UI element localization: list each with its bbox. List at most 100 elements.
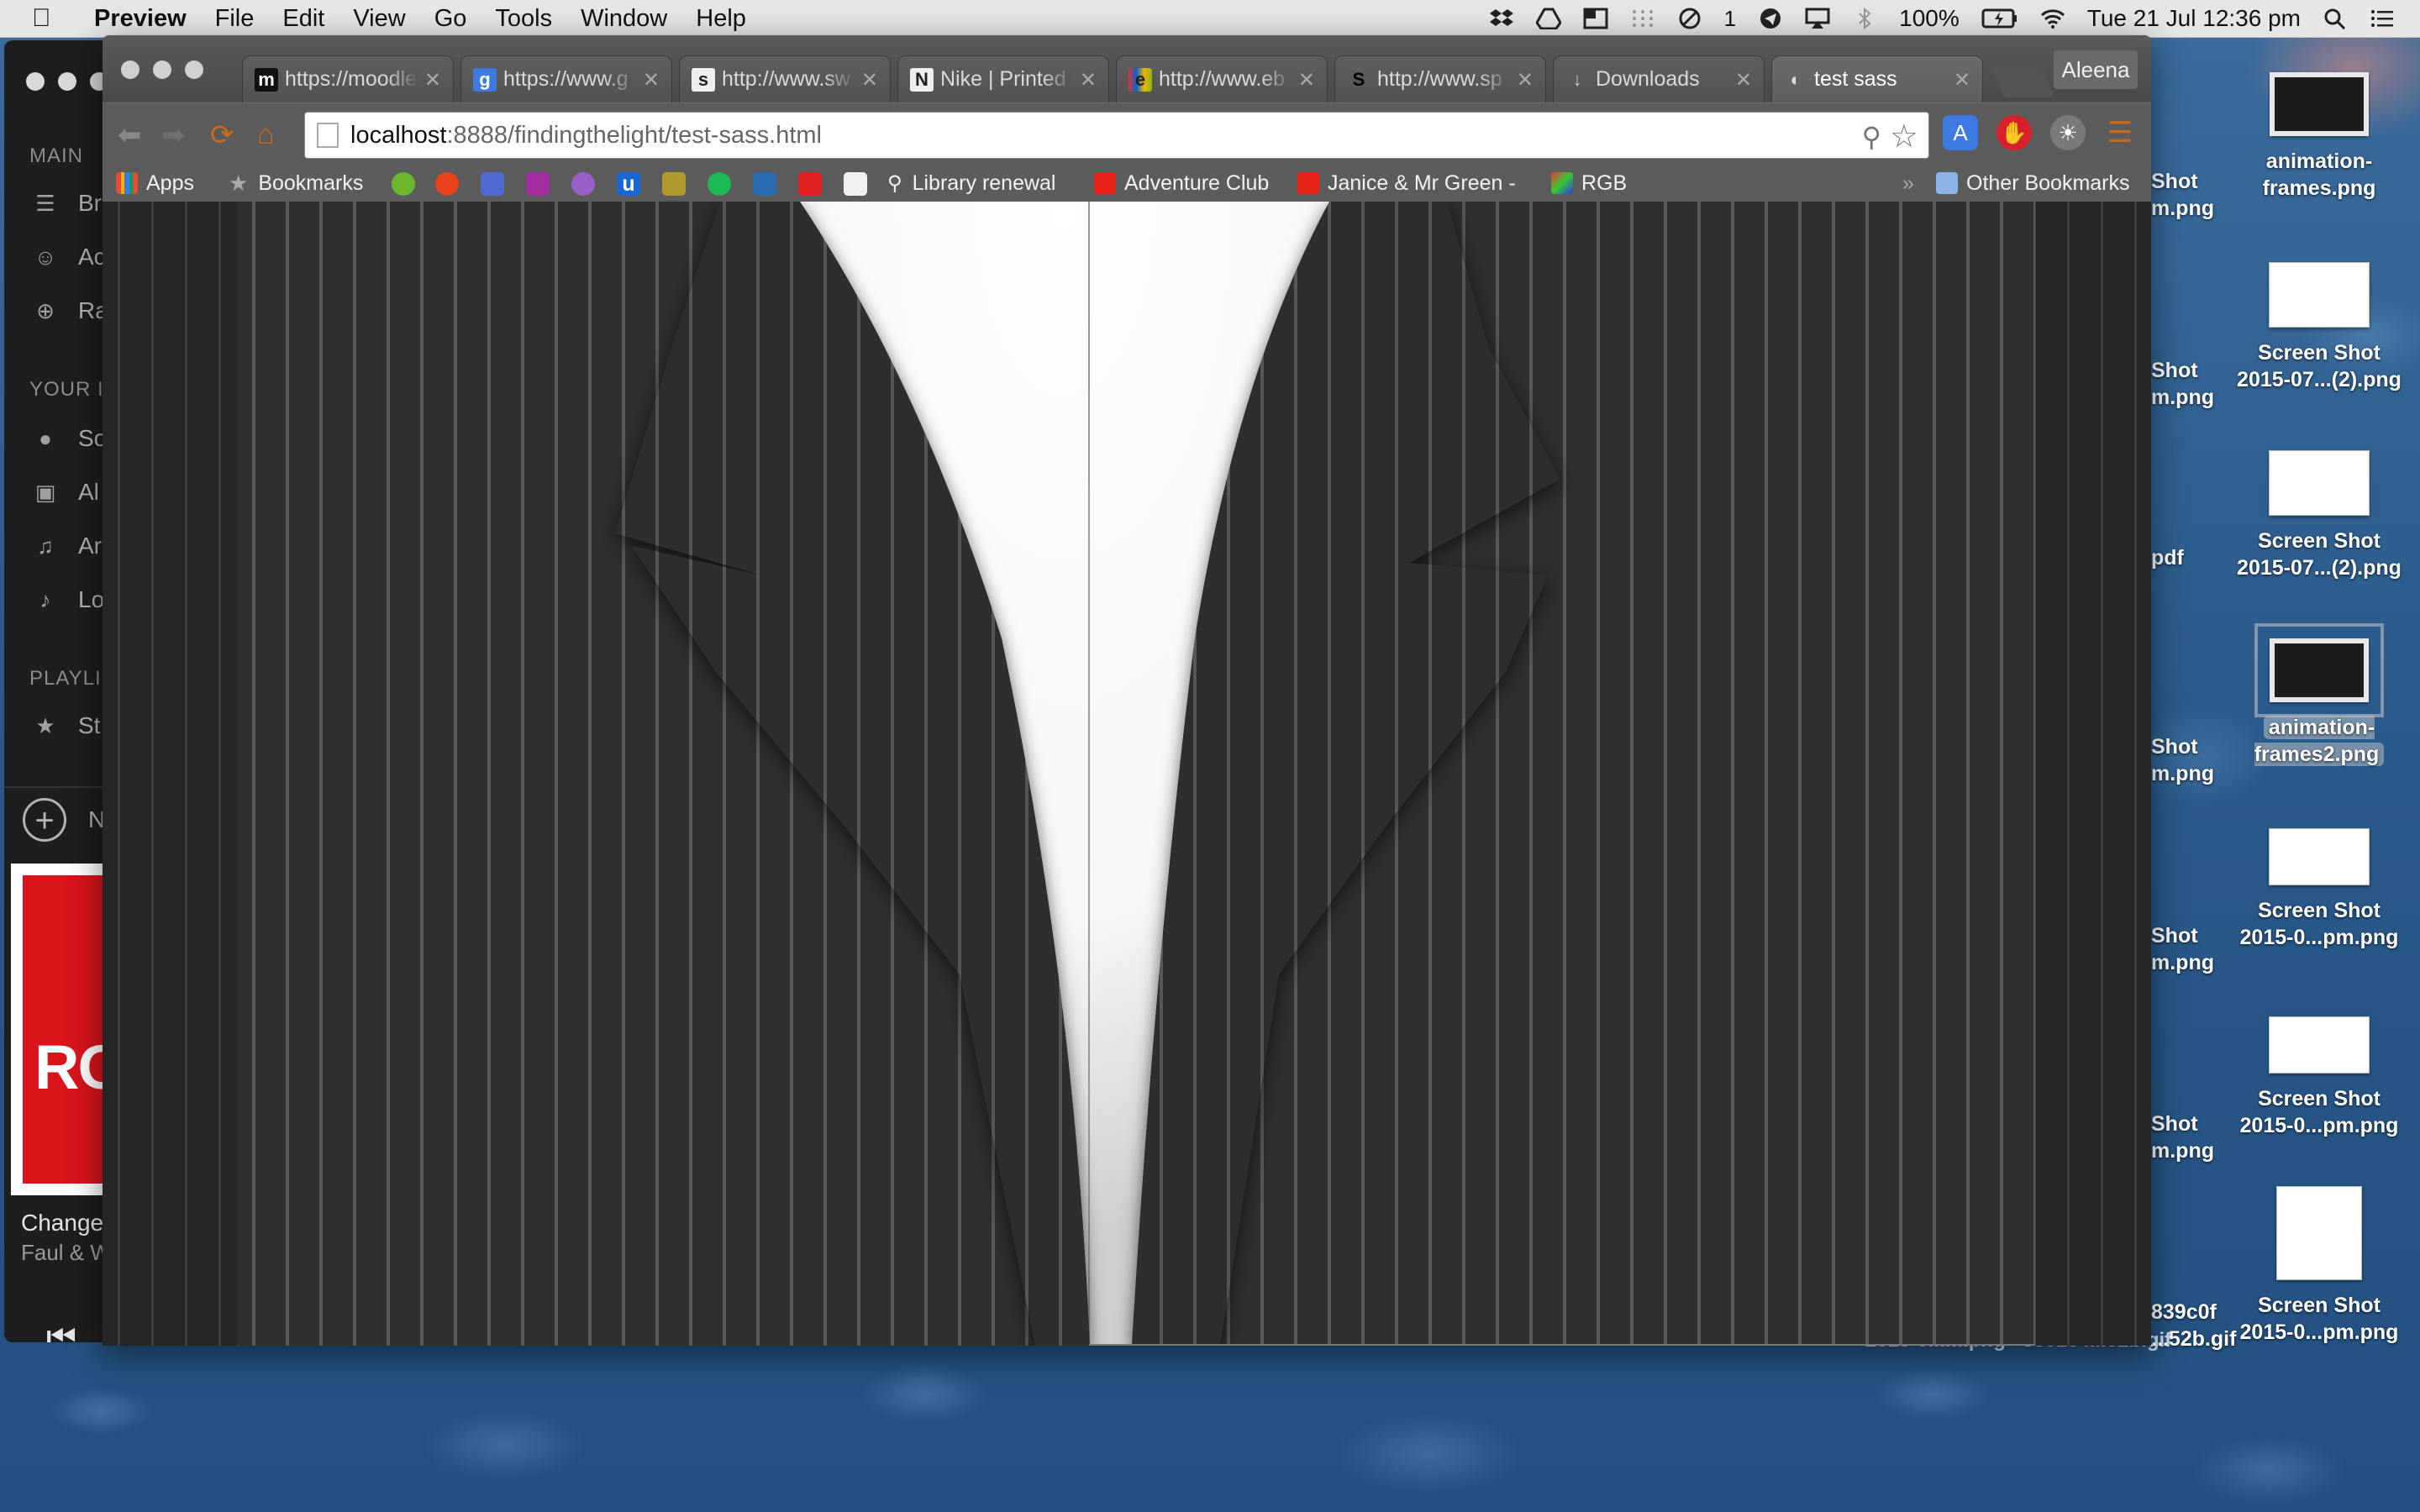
tab-nike[interactable]: N Nike | Printed F ✕ [897,55,1109,102]
tab-ebay[interactable]: e http://www.eb ✕ [1116,55,1328,102]
menu-go[interactable]: Go [434,5,467,33]
menu-hamburger-icon[interactable]: ☰ [2102,115,2138,150]
address-bar[interactable]: localhost:8888/findingthelight/test-sass… [304,112,1929,159]
sidebar-item-artists[interactable]: ♫ Ar [33,533,102,559]
window-manager-icon[interactable] [1583,8,1608,29]
bookmark-favicon-icon[interactable] [753,172,776,196]
bookmark-favicon-icon[interactable] [844,172,867,196]
desktop-partial-label[interactable]: Shot m.png [2151,1110,2214,1164]
minimize-button[interactable] [58,72,76,91]
back-arrow-icon[interactable]: ⬅ [118,118,142,152]
bookmark-janice[interactable]: Janice & Mr Green - [1297,170,1516,197]
battery-percent[interactable]: 100% [1899,5,1960,32]
apple-menu-icon[interactable]:  [32,4,66,33]
tab-close-icon[interactable]: ✕ [643,68,660,92]
tab-sw[interactable]: s http://www.sw ✕ [679,55,891,102]
desktop-partial-label[interactable]: Shot m.png [2151,168,2214,222]
notification-center-icon[interactable] [2370,8,2395,29]
zoom-icon[interactable]: ⚲ [1862,121,1881,153]
reload-icon[interactable]: ⟳ [210,118,234,152]
spotify-icon[interactable] [708,172,731,196]
battery-icon[interactable] [1981,8,2018,29]
desktop-file-icon[interactable]: Screen Shot 2015-07...(2).png [2235,450,2403,581]
tab-close-icon[interactable]: ✕ [1954,68,1970,92]
menu-window[interactable]: Window [581,5,667,33]
tab-close-icon[interactable]: ✕ [424,68,441,92]
dropbox-icon[interactable] [1489,8,1514,29]
previous-track-icon[interactable]: ⏮ [46,1319,76,1342]
forward-arrow-icon[interactable]: ➡ [161,118,186,152]
menu-edit[interactable]: Edit [282,5,324,33]
zoom-button[interactable] [185,60,203,79]
spotlight-search-icon[interactable] [2323,8,2348,29]
bookmark-library-renewal[interactable]: ⚲ Library renewal [887,170,1056,197]
tab-close-icon[interactable]: ✕ [1735,68,1752,92]
now-playing-title[interactable]: Change [21,1210,103,1236]
bookmark-rgb[interactable]: RGB [1551,170,1627,197]
new-playlist-plus-icon[interactable]: + [23,798,66,842]
bookmarks-overflow-chevron[interactable]: » [1902,170,1914,197]
menu-help[interactable]: Help [696,5,746,33]
desktop-partial-label[interactable]: pdf [2151,544,2184,571]
tab-downloads[interactable]: ↓ Downloads ✕ [1553,55,1765,102]
tab-close-icon[interactable]: ✕ [861,68,878,92]
udemy-icon[interactable]: u [617,172,640,196]
notification-count[interactable]: 1 [1724,6,1736,32]
wifi-icon[interactable] [2040,8,2065,29]
desktop-file-icon[interactable]: Screen Shot 2015-0...pm.png [2235,1016,2403,1139]
sidebar-item-albums[interactable]: ▣ Al [33,479,99,506]
tab-moodle[interactable]: m https://moodle ✕ [242,55,454,102]
now-playing-artist[interactable]: Faul & W [21,1240,111,1266]
sidebar-item-songs[interactable]: ● So [33,425,107,452]
desktop-partial-label[interactable]: Shot m.png [2151,357,2214,411]
do-not-disturb-icon[interactable] [1677,8,1702,29]
bookmark-folder-bookmarks[interactable]: ★ Bookmarks [229,170,363,197]
desktop-file-icon[interactable]: Screen Shot 2015-0...pm.png [2235,828,2403,951]
bookmark-adventure-club[interactable]: Adventure Club [1094,170,1269,197]
minimize-button[interactable] [153,60,171,79]
tab-close-icon[interactable]: ✕ [1080,68,1097,92]
bookmark-favicon-icon[interactable] [571,172,595,196]
grid-icon[interactable] [1630,8,1655,29]
airplay-icon[interactable] [1805,8,1830,29]
bookmark-apps[interactable]: Apps [116,170,194,197]
extension-off-icon[interactable]: ☀ [2050,115,2086,150]
new-tab-button[interactable] [1992,67,2054,97]
bookmark-favicon-icon[interactable] [798,172,822,196]
close-button[interactable] [26,72,45,91]
bookmark-favicon-icon[interactable] [435,172,459,196]
sidebar-item-browse[interactable]: ☰ Br [33,190,102,217]
tab-sp[interactable]: Shttp://www.sp ✕ [1334,55,1546,102]
sidebar-item-starred[interactable]: ★ St [33,712,100,739]
sidebar-item-local[interactable]: ♪ Lo [33,586,105,613]
telegram-icon[interactable] [1758,8,1783,29]
menu-app-name[interactable]: Preview [94,5,187,33]
sidebar-item-radio[interactable]: ⊕ Ra [33,297,108,324]
desktop-file-icon[interactable]: animation- frames.png [2235,72,2403,202]
desktop-partial-label[interactable]: Shot m.png [2151,922,2214,976]
bookmark-favicon-icon[interactable] [481,172,504,196]
desktop-partial-label[interactable]: Shot m.png [2151,733,2214,787]
desktop-file-icon[interactable]: Screen Shot 2015-0...pm.png [2235,1186,2403,1346]
clock[interactable]: Tue 21 Jul 12:36 pm [2087,5,2301,32]
menu-file[interactable]: File [215,5,255,33]
bookmark-favicon-icon[interactable] [662,172,686,196]
bookmark-other-bookmarks[interactable]: Other Bookmarks [1936,170,2130,197]
menu-view[interactable]: View [353,5,405,33]
menu-tools[interactable]: Tools [495,5,552,33]
tab-close-icon[interactable]: ✕ [1298,68,1315,92]
adblock-extension-icon[interactable]: ✋ [1996,115,2032,150]
tab-close-icon[interactable]: ✕ [1517,68,1534,92]
bookmark-favicon-icon[interactable] [392,172,415,196]
translate-extension-icon[interactable]: A [1943,115,1978,150]
close-button[interactable] [121,60,139,79]
bluetooth-icon[interactable] [1852,8,1877,29]
desktop-file-icon[interactable]: Screen Shot 2015-07...(2).png [2235,262,2403,393]
tab-google[interactable]: g https://www.g ✕ [460,55,672,102]
profile-button[interactable]: Aleena [2054,50,2138,89]
sidebar-item-activity[interactable]: ☺ Ac [33,244,106,270]
desktop-file-icon-selected[interactable]: animation- frames2.png [2235,623,2403,768]
google-drive-icon[interactable] [1535,8,1561,29]
home-icon[interactable]: ⌂ [257,118,275,151]
bookmark-star-icon[interactable]: ☆ [1890,118,1918,155]
